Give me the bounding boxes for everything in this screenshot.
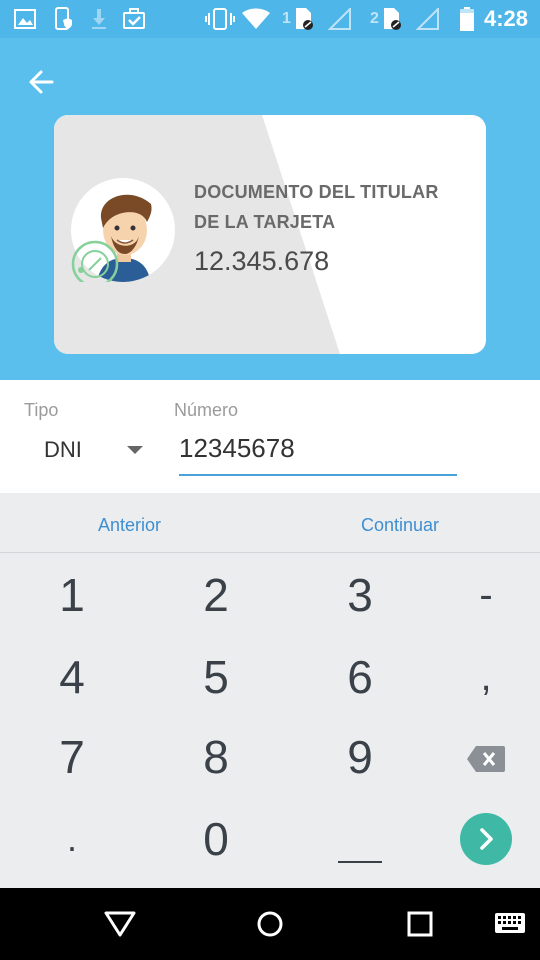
numeric-keypad: 1 2 3 - 4 5 6 , 7 8 9 . 0 [0, 553, 540, 888]
key-7[interactable]: 7 [12, 717, 132, 797]
briefcase-check-icon [122, 8, 146, 30]
wifi-icon [242, 8, 270, 30]
card-number: 12.345.678 [194, 246, 330, 276]
battery-icon [460, 7, 474, 31]
numero-input[interactable]: 12345678 [179, 430, 457, 476]
key-4[interactable]: 4 [12, 637, 132, 717]
tipo-select-value[interactable]: DNI [44, 437, 82, 463]
sim2-signal-icon [416, 8, 440, 30]
key-comma[interactable]: , [426, 637, 540, 717]
sim1-signal-icon [328, 8, 352, 30]
tipo-label: Tipo [24, 400, 59, 420]
back-triangle-icon[interactable] [104, 910, 136, 943]
key-minus[interactable]: - [426, 555, 540, 635]
key-3[interactable]: 3 [300, 555, 420, 635]
system-nav-bar [0, 888, 540, 960]
phone-shield-icon [54, 7, 72, 30]
key-space[interactable] [300, 799, 420, 879]
key-9[interactable]: 9 [300, 717, 420, 797]
continuar-button[interactable]: Continuar [361, 515, 439, 536]
key-1[interactable]: 1 [12, 555, 132, 635]
keyboard-nav-bar: Anterior Continuar [0, 493, 540, 553]
key-6[interactable]: 6 [300, 637, 420, 717]
key-8[interactable]: 8 [156, 717, 276, 797]
card-title: DOCUMENTO DEL TITULAR DE LA TARJETA [194, 182, 439, 232]
sim1-card-icon [294, 8, 314, 30]
sim2-label: 2 [370, 10, 379, 27]
gallery-icon [14, 8, 36, 30]
key-0[interactable]: 0 [156, 799, 276, 879]
keyboard-icon[interactable] [494, 912, 526, 941]
chevron-down-icon[interactable] [127, 446, 143, 454]
next-key[interactable] [426, 799, 540, 879]
home-circle-icon[interactable] [256, 910, 284, 943]
key-2[interactable]: 2 [156, 555, 276, 635]
vibrate-icon [205, 8, 235, 30]
arrow-left-icon[interactable] [26, 68, 58, 96]
status-time: 4:28 [483, 6, 528, 31]
key-5[interactable]: 5 [156, 637, 276, 717]
download-icon [90, 8, 108, 30]
user-avatar [71, 178, 175, 288]
recents-square-icon[interactable] [406, 910, 434, 943]
status-bar: 1 2 4:28 [0, 0, 540, 38]
sim1-label: 1 [282, 10, 291, 27]
sim2-card-icon [382, 8, 402, 30]
numero-label: Número [174, 400, 239, 420]
key-dot[interactable]: . [12, 799, 132, 879]
backspace-icon[interactable] [426, 717, 540, 797]
anterior-button[interactable]: Anterior [98, 515, 161, 536]
